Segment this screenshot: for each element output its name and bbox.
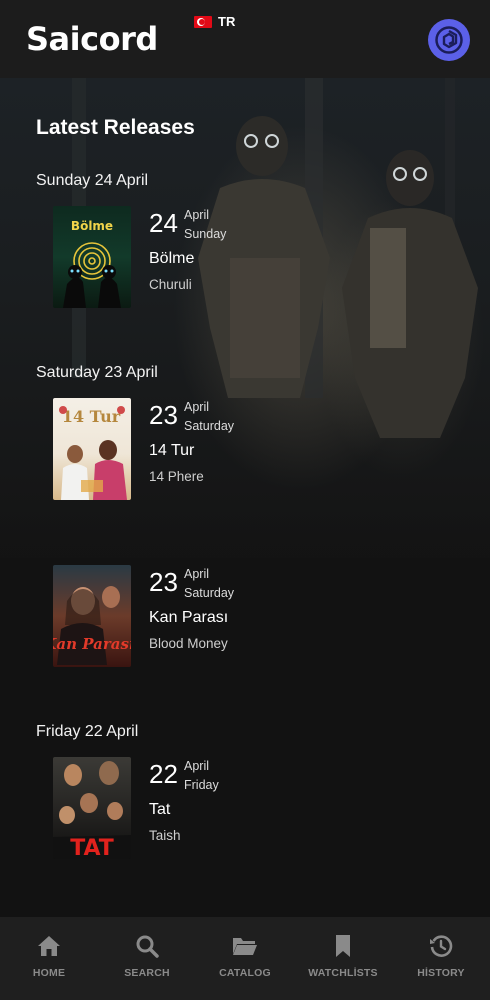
history-icon (428, 933, 454, 959)
date-heading: Sunday 24 April (36, 172, 149, 189)
release-original-title: Blood Money (149, 636, 228, 651)
release-weekday: Saturday (184, 419, 235, 433)
nav-label: HOME (32, 967, 66, 979)
release-title[interactable]: 14 Tur (149, 442, 194, 460)
bottom-navigation: HOME SEARCH CATALOG WATCHLİSTS HİSTORY (0, 917, 490, 1000)
poster-14-tur[interactable]: 14 Tur (53, 398, 131, 500)
release-title[interactable]: Bölme (149, 250, 194, 268)
page-title: Latest Releases (36, 116, 195, 139)
poster-kan-parasi-text: Kan Parası (53, 635, 131, 653)
release-weekday: Friday (184, 778, 219, 792)
release-item[interactable]: TAT 22 April Friday Tat Taish (53, 757, 453, 859)
release-title[interactable]: Tat (149, 801, 170, 819)
nav-label: HİSTORY (417, 967, 465, 979)
nav-catalog[interactable]: CATALOG (196, 917, 294, 1000)
region-code: TR (218, 14, 236, 29)
release-month: April (184, 567, 210, 581)
poster-tat[interactable]: TAT (53, 757, 131, 859)
app-logo[interactable]: Saicord (26, 20, 158, 58)
release-month: April (184, 400, 210, 414)
release-original-title: Taish (149, 828, 181, 843)
top-bar: Saicord TR (0, 0, 490, 78)
release-month: April (184, 759, 210, 773)
date-heading: Friday 22 April (36, 723, 139, 740)
poster-bolme-text: Bölme (71, 219, 113, 233)
release-day: 23 (149, 567, 178, 597)
nav-label: WATCHLİSTS (308, 967, 378, 979)
release-item[interactable]: 14 Tur 23 April Saturday 14 Tur 14 Phere (53, 398, 453, 500)
release-day: 23 (149, 400, 178, 430)
release-item[interactable]: Kan Parası 23 April Saturday Kan Parası … (53, 565, 453, 667)
profile-logo-icon[interactable] (428, 19, 470, 61)
release-title[interactable]: Kan Parası (149, 609, 228, 627)
folder-icon (232, 933, 258, 959)
turkey-flag-icon (194, 15, 212, 28)
nav-home[interactable]: HOME (0, 917, 98, 1000)
poster-bolme[interactable]: Bölme (53, 206, 131, 308)
date-heading: Saturday 23 April (36, 364, 158, 381)
release-item[interactable]: Bölme 24 April Sunday Bölme Churuli (53, 206, 453, 308)
release-month: April (184, 208, 210, 222)
release-day: 22 (149, 759, 178, 789)
poster-kan-parasi[interactable]: Kan Parası (53, 565, 131, 667)
release-day: 24 (149, 208, 178, 238)
home-icon (36, 933, 62, 959)
release-weekday: Sunday (184, 227, 227, 241)
release-original-title: Churuli (149, 277, 192, 292)
region-selector[interactable]: TR (194, 14, 235, 29)
nav-label: CATALOG (219, 967, 271, 979)
nav-search[interactable]: SEARCH (98, 917, 196, 1000)
nav-label: SEARCH (124, 967, 170, 979)
release-weekday: Saturday (184, 586, 235, 600)
poster-14-tur-text: 14 Tur (62, 407, 121, 426)
poster-tat-text: TAT (70, 836, 114, 859)
search-icon (134, 933, 160, 959)
release-original-title: 14 Phere (149, 469, 204, 484)
nav-watchlists[interactable]: WATCHLİSTS (294, 917, 392, 1000)
nav-history[interactable]: HİSTORY (392, 917, 490, 1000)
bookmark-icon (330, 933, 356, 959)
